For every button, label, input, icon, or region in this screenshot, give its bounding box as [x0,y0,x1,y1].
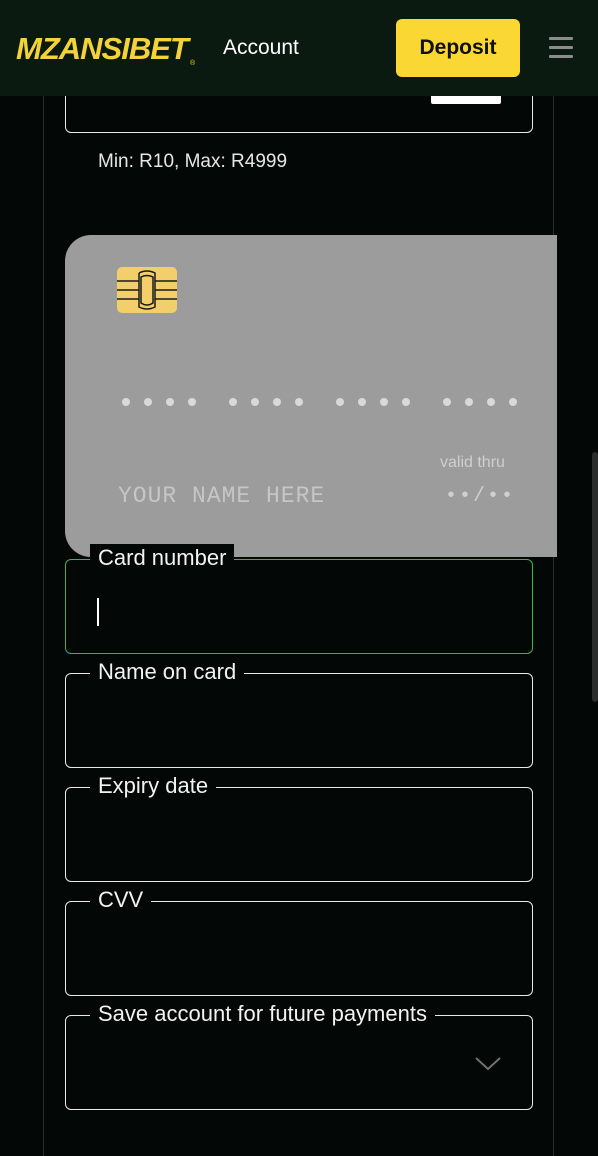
name-on-card-label: Name on card [90,658,245,686]
card-chip-icon [117,267,177,313]
deposit-button[interactable]: Deposit [396,19,520,77]
logo-trademark: ® [190,60,196,67]
cvv-field[interactable]: CVV [65,886,533,996]
card-number-group-4 [443,398,517,408]
top-header: MZANSIBET ® Account Deposit [0,0,598,96]
card-number-group-1 [122,398,196,408]
card-name-placeholder: YOUR NAME HERE [118,483,326,509]
card-number-label: Card number [90,544,235,572]
text-caret [97,598,99,626]
amount-limits-text: Min: R10, Max: R4999 [98,151,288,172]
save-account-select[interactable]: Save account for future payments [65,1000,533,1110]
hamburger-menu-icon[interactable] [549,36,573,60]
card-expiry-placeholder: ••/•• [445,485,516,508]
card-number-field[interactable]: Card number [65,544,533,654]
expiry-date-label: Expiry date [90,772,217,800]
valid-thru-label: valid thru [440,454,505,471]
card-number-group-2 [229,398,303,408]
card-number-group-3 [336,398,410,408]
save-account-label: Save account for future payments [90,1000,435,1028]
cvv-label: CVV [90,886,152,914]
expiry-date-field[interactable]: Expiry date [65,772,533,882]
amount-quick-select-button[interactable] [431,96,501,104]
name-on-card-field[interactable]: Name on card [65,658,533,768]
card-preview: valid thru YOUR NAME HERE ••/•• [65,235,557,557]
page-scrollbar[interactable] [592,452,598,702]
chevron-down-icon[interactable] [474,1056,502,1072]
nav-account-link[interactable]: Account [223,35,299,61]
mzansibet-logo[interactable]: MZANSIBET [16,32,189,66]
